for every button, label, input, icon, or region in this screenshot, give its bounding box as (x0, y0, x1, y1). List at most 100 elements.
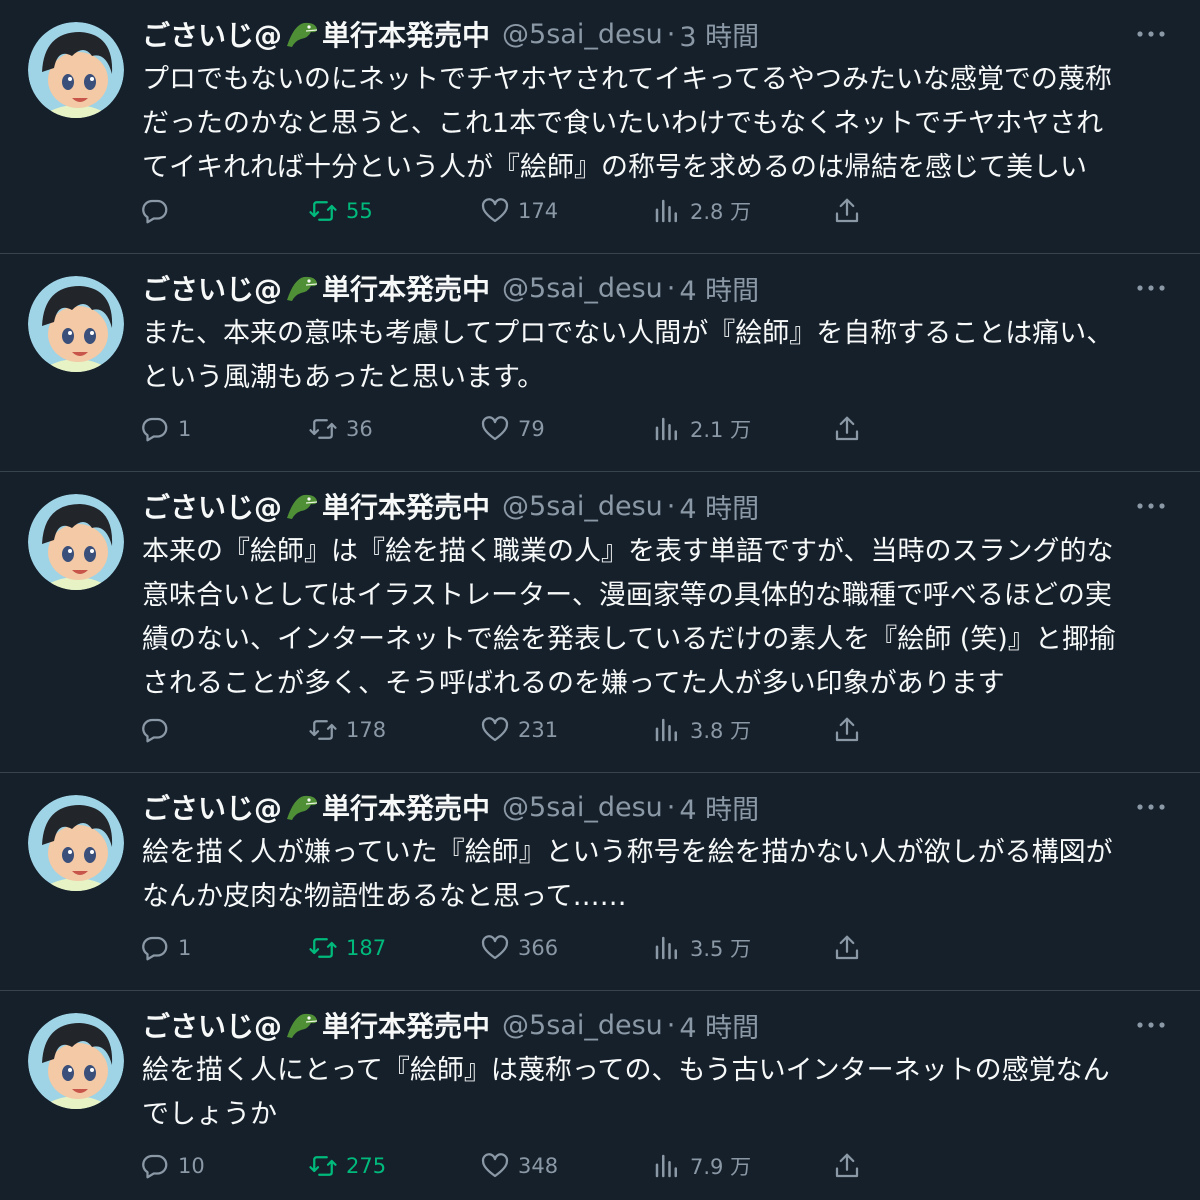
handle[interactable]: @5sai_desu (502, 1010, 663, 1041)
like-button[interactable]: 366 (480, 931, 558, 965)
tweet[interactable]: ごさいじ@ 単行本発売中 @5sai_desu · 4 時間 絵を描く人にとって… (0, 991, 1200, 1200)
like-button[interactable]: 348 (480, 1149, 558, 1183)
tweet-header: ごさいじ@ 単行本発売中 @5sai_desu · 3 時間 (142, 14, 759, 54)
retweet-button[interactable]: 55 (308, 194, 373, 228)
tweet-text-line: てイキれれば十分という人が『絵師』の称号を求めるのは帰結を感じて美しい (142, 152, 1087, 183)
more-icon[interactable] (1136, 282, 1166, 294)
crocodile-emoji-icon (284, 1010, 320, 1040)
like-count: 348 (518, 1154, 559, 1178)
views-button[interactable]: 3.5 万 (652, 931, 751, 965)
more-icon[interactable] (1136, 500, 1166, 512)
separator: · (666, 18, 676, 50)
display-name[interactable]: ごさいじ@ (142, 486, 282, 526)
tweet-text: また、本来の意味も考慮してプロでない人間が『絵師』を自称することは痛い、 という… (142, 312, 1182, 400)
display-name-suffix[interactable]: 単行本発売中 (322, 486, 490, 526)
views-icon (655, 199, 677, 223)
like-button[interactable]: 79 (480, 412, 545, 446)
retweet-count: 55 (346, 199, 373, 223)
reply-button[interactable] (140, 194, 178, 228)
like-count: 366 (518, 936, 559, 960)
display-name-suffix[interactable]: 単行本発売中 (322, 1005, 490, 1045)
views-button[interactable]: 7.9 万 (652, 1149, 751, 1183)
crocodile-emoji-icon (284, 273, 320, 303)
tweet[interactable]: ごさいじ@ 単行本発売中 @5sai_desu · 4 時間 また、本来の意味も… (0, 254, 1200, 472)
tweet-text: 絵を描く人にとって『絵師』は蔑称っての、もう古いインターネットの感覚なん でしょ… (142, 1049, 1182, 1137)
tweet[interactable]: ごさいじ@ 単行本発売中 @5sai_desu · 3 時間 プロでもないのにネ… (0, 0, 1200, 254)
views-count: 3.8 万 (690, 719, 752, 743)
reply-button[interactable]: 10 (140, 1149, 205, 1183)
reply-button[interactable]: 1 (140, 412, 191, 446)
share-button[interactable] (832, 713, 862, 747)
avatar[interactable] (28, 494, 124, 590)
retweet-icon (309, 419, 337, 439)
action-bar: 178 231 3.8 万 (140, 713, 880, 747)
like-icon (481, 198, 509, 223)
more-icon[interactable] (1136, 28, 1166, 40)
more-icon[interactable] (1136, 1019, 1166, 1031)
handle[interactable]: @5sai_desu (502, 19, 663, 50)
reply-button[interactable] (140, 713, 178, 747)
timestamp[interactable]: 4 時間 (679, 269, 759, 308)
retweet-button[interactable]: 36 (308, 412, 373, 446)
display-name-suffix[interactable]: 単行本発売中 (322, 787, 490, 827)
tweet-header: ごさいじ@ 単行本発売中 @5sai_desu · 4 時間 (142, 787, 759, 827)
reply-icon (142, 199, 168, 224)
tweet-text-line: だったのかなと思うと、これ1本で食いたいわけでもなくネットでチヤホヤされ (142, 108, 1104, 139)
action-bar: 1 187 366 3.5 万 (140, 931, 880, 965)
reply-icon (142, 718, 168, 743)
avatar[interactable] (28, 1013, 124, 1109)
timestamp[interactable]: 3 時間 (679, 15, 759, 54)
share-button[interactable] (832, 194, 862, 228)
timestamp[interactable]: 4 時間 (679, 487, 759, 526)
retweet-button[interactable]: 178 (308, 713, 386, 747)
display-name[interactable]: ごさいじ@ (142, 1005, 282, 1045)
tweet-header: ごさいじ@ 単行本発売中 @5sai_desu · 4 時間 (142, 268, 759, 308)
tweet[interactable]: ごさいじ@ 単行本発売中 @5sai_desu · 4 時間 本来の『絵師』は『… (0, 472, 1200, 773)
retweet-button[interactable]: 187 (308, 931, 386, 965)
display-name[interactable]: ごさいじ@ (142, 268, 282, 308)
avatar[interactable] (28, 276, 124, 372)
tweet[interactable]: ごさいじ@ 単行本発売中 @5sai_desu · 4 時間 絵を描く人が嫌って… (0, 773, 1200, 991)
share-button[interactable] (832, 412, 862, 446)
tweet-text: 絵を描く人が嫌っていた『絵師』という称号を絵を描かない人が欲しがる構図が なんか… (142, 831, 1182, 919)
timestamp[interactable]: 4 時間 (679, 1006, 759, 1045)
views-count: 3.5 万 (690, 937, 752, 961)
reply-button[interactable]: 1 (140, 931, 191, 965)
retweet-count: 275 (346, 1154, 387, 1178)
views-icon (655, 1154, 677, 1178)
views-button[interactable]: 2.1 万 (652, 412, 751, 446)
display-name[interactable]: ごさいじ@ (142, 787, 282, 827)
reply-icon (142, 936, 168, 961)
like-icon (481, 1153, 509, 1178)
display-name-suffix[interactable]: 単行本発売中 (322, 268, 490, 308)
timestamp[interactable]: 4 時間 (679, 788, 759, 827)
tweet-text: 本来の『絵師』は『絵を描く職業の人』を表す単語ですが、当時のスラング的な 意味合… (142, 530, 1182, 706)
display-name[interactable]: ごさいじ@ (142, 14, 282, 54)
handle[interactable]: @5sai_desu (502, 792, 663, 823)
separator: · (666, 1009, 676, 1041)
tweet-text-line: でしょうか (142, 1099, 277, 1130)
handle[interactable]: @5sai_desu (502, 491, 663, 522)
retweet-icon (309, 720, 337, 740)
retweet-button[interactable]: 275 (308, 1149, 386, 1183)
retweet-count: 187 (346, 936, 387, 960)
tweet-text-line: また、本来の意味も考慮してプロでない人間が『絵師』を自称することは痛い、 (142, 318, 1114, 349)
views-button[interactable]: 3.8 万 (652, 713, 751, 747)
separator: · (666, 272, 676, 304)
views-button[interactable]: 2.8 万 (652, 194, 751, 228)
tweet-text-line: 績のない、インターネットで絵を発表しているだけの素人を『絵師 (笑)』と揶揄 (142, 624, 1116, 655)
like-icon (481, 717, 509, 742)
handle[interactable]: @5sai_desu (502, 273, 663, 304)
share-button[interactable] (832, 1149, 862, 1183)
avatar[interactable] (28, 795, 124, 891)
tweet-header: ごさいじ@ 単行本発売中 @5sai_desu · 4 時間 (142, 1005, 759, 1045)
display-name-suffix[interactable]: 単行本発売中 (322, 14, 490, 54)
share-button[interactable] (832, 931, 862, 965)
action-bar: 1 36 79 2.1 万 (140, 412, 880, 446)
retweet-icon (309, 201, 337, 221)
avatar[interactable] (28, 22, 124, 118)
more-icon[interactable] (1136, 801, 1166, 813)
like-button[interactable]: 231 (480, 713, 558, 747)
like-button[interactable]: 174 (480, 194, 558, 228)
like-icon (481, 416, 509, 441)
